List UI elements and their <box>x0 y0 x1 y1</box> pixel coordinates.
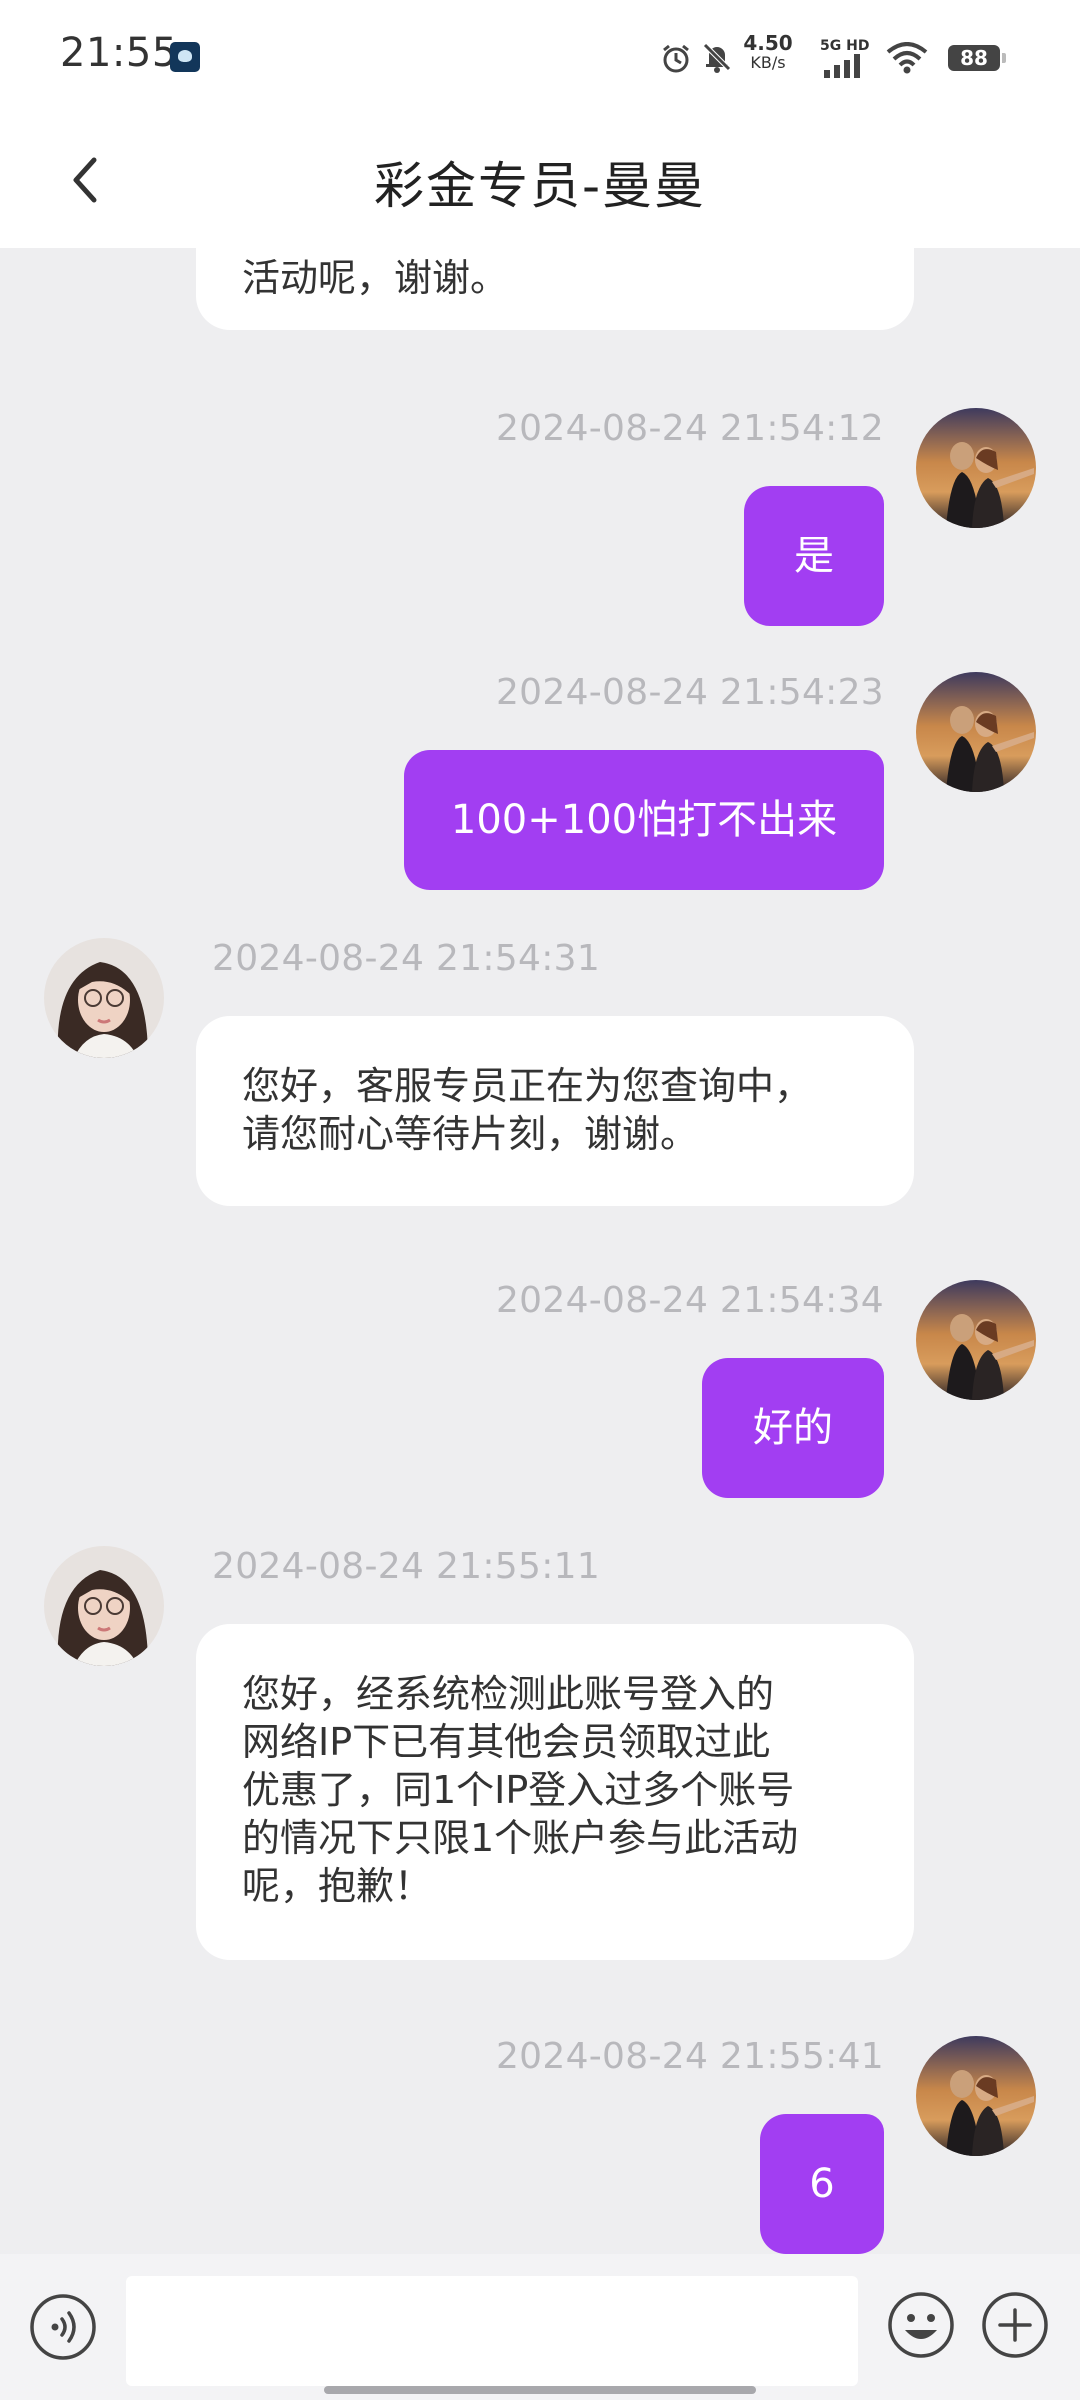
message-timestamp: 2024-08-24 21:54:31 <box>212 938 601 979</box>
avatar-user[interactable] <box>916 1280 1036 1400</box>
chat-header: 彩金专员-曼曼 <box>0 116 1080 248</box>
message-timestamp: 2024-08-24 21:55:11 <box>212 1546 601 1587</box>
message-timestamp: 2024-08-24 21:54:34 <box>495 1280 884 1321</box>
home-indicator[interactable] <box>324 2386 756 2394</box>
message-line: 您好，客服专员正在为您查询中， <box>242 1064 813 1108</box>
message-timestamp: 2024-08-24 21:55:41 <box>495 2036 884 2077</box>
plus-icon[interactable] <box>980 2290 1050 2360</box>
net-speed-value: 4.50 <box>743 31 793 55</box>
status-bar: 21:55 4.50 KB/s 5G HD 88 <box>0 0 1080 116</box>
signal-icon <box>824 54 860 78</box>
message-bubble-user: 100+100怕打不出来 <box>404 750 884 890</box>
status-icons: 4.50 KB/s 5G HD 88 <box>660 31 1020 80</box>
avatar-user[interactable] <box>916 672 1036 792</box>
message-line: 呢，抱歉！ <box>242 1864 433 1908</box>
message-line: 网络IP下已有其他会员领取过此 <box>242 1720 771 1764</box>
message-bubble-agent: 您好，经系统检测此账号登入的 网络IP下已有其他会员领取过此 优惠了，同1个IP… <box>196 1624 914 1960</box>
network-label: 5G HD <box>820 38 870 54</box>
message-line: 的情况下只限1个账户参与此活动 <box>242 1816 799 1860</box>
message-bubble-user: 是 <box>744 486 884 626</box>
alarm-icon <box>663 44 689 73</box>
app-notification-icon <box>170 42 200 72</box>
voice-icon[interactable] <box>28 2292 98 2362</box>
input-bar <box>0 2254 1080 2400</box>
message-line: 请您耐心等待片刻，谢谢。 <box>242 1112 699 1156</box>
avatar-user[interactable] <box>916 408 1036 528</box>
avatar-agent[interactable] <box>44 1546 164 1666</box>
emoji-icon[interactable] <box>886 2290 956 2360</box>
net-speed: 4.50 KB/s <box>740 31 796 72</box>
avatar-agent[interactable] <box>44 938 164 1058</box>
message-text: 活动呢，谢谢。 <box>242 256 509 300</box>
message-line: 优惠了，同1个IP登入过多个账号 <box>242 1768 795 1812</box>
message-text: 是 <box>794 533 834 579</box>
message-bubble-user: 好的 <box>702 1358 884 1498</box>
net-speed-unit: KB/s <box>750 53 786 72</box>
page-title: 彩金专员-曼曼 <box>373 157 707 215</box>
message-bubble-agent: 您好，客服专员正在为您查询中， 请您耐心等待片刻，谢谢。 <box>196 1016 914 1206</box>
message-text: 100+100怕打不出来 <box>450 797 838 843</box>
message-timestamp: 2024-08-24 21:54:23 <box>495 672 884 713</box>
message-list[interactable]: 活动呢，谢谢。 2024-08-24 21:54:12 是 2024-08-24… <box>0 248 1080 2254</box>
avatar-user[interactable] <box>916 2036 1036 2156</box>
message-bubble-agent: 活动呢，谢谢。 <box>196 248 914 330</box>
message-line: 您好，经系统检测此账号登入的 <box>242 1672 775 1716</box>
message-timestamp: 2024-08-24 21:54:12 <box>495 408 884 449</box>
message-input[interactable] <box>126 2276 858 2386</box>
wifi-icon <box>886 42 928 74</box>
message-text: 好的 <box>753 1405 833 1451</box>
mute-icon <box>703 43 731 73</box>
status-time: 21:55 <box>60 30 178 76</box>
battery-icon: 88 <box>948 45 1006 71</box>
message-bubble-user: 6 <box>760 2114 884 2254</box>
message-text: 6 <box>809 2161 835 2207</box>
